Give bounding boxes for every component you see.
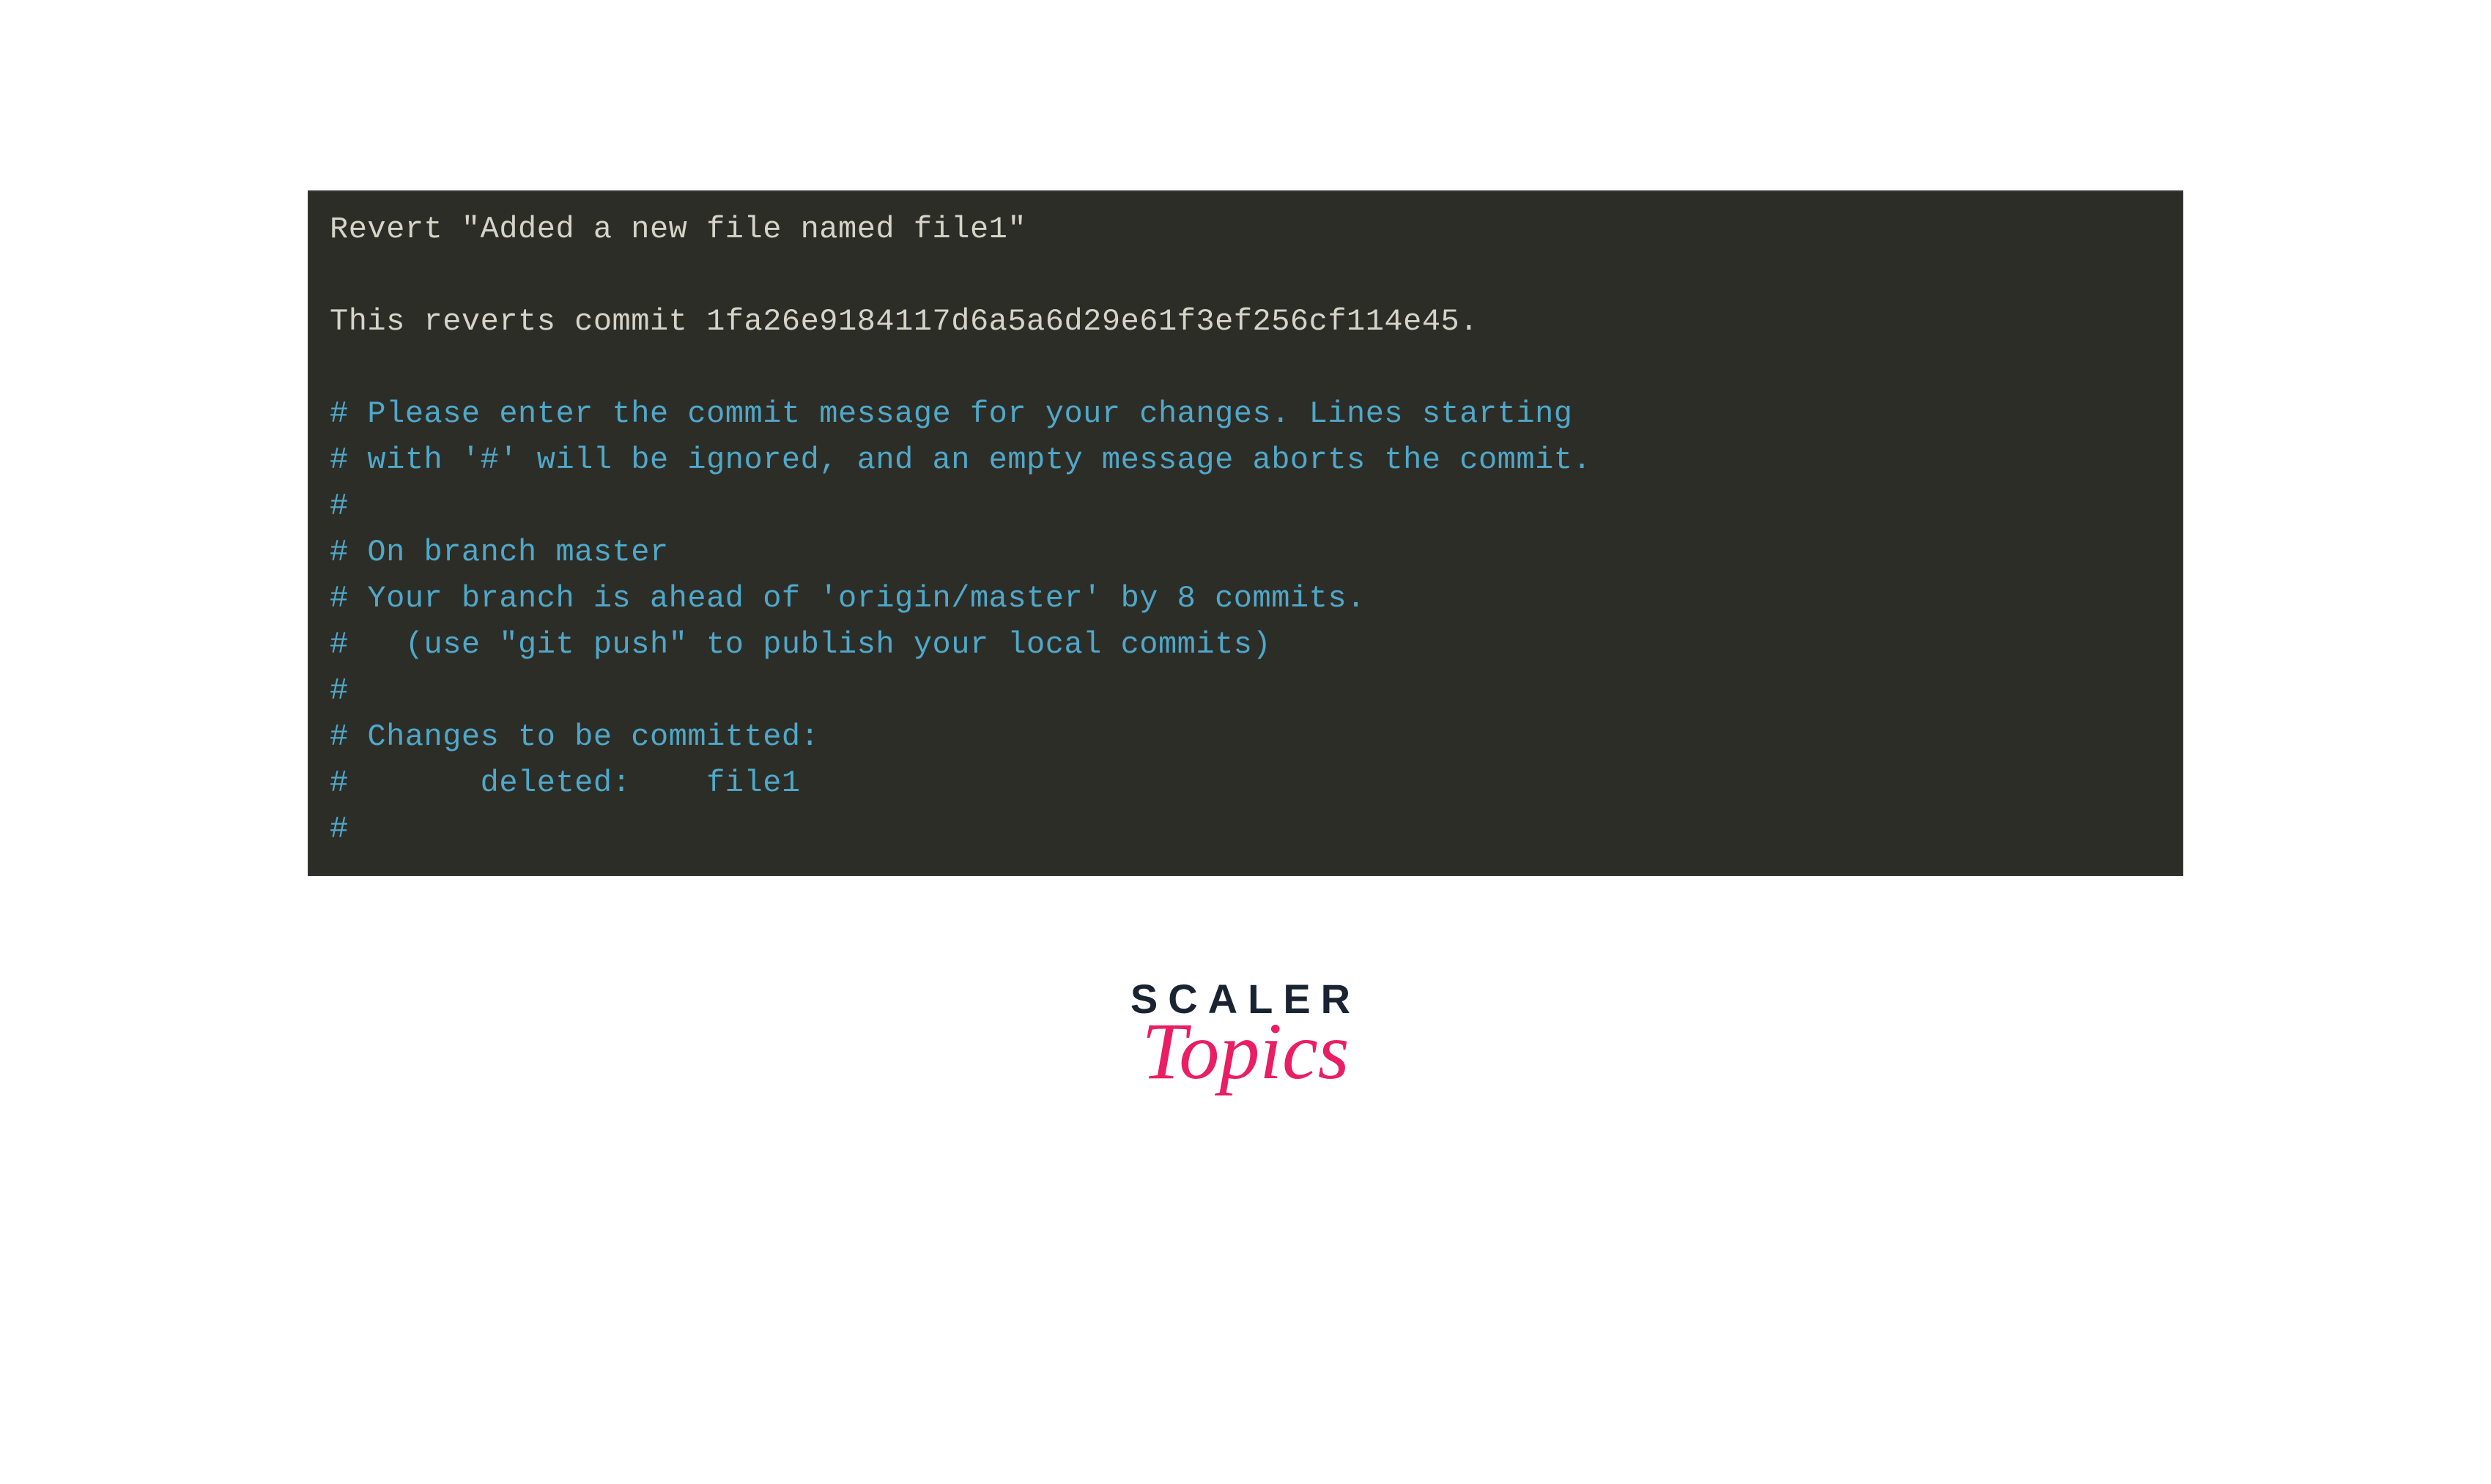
commit-body-line[interactable]: This reverts commit 1fa26e9184117d6a5a6d… [330, 299, 2161, 345]
commit-comment-line: # Please enter the commit message for yo… [330, 391, 2161, 437]
commit-comment-line: # [330, 806, 2161, 853]
commit-comment-line: # Your branch is ahead of 'origin/master… [330, 576, 2161, 622]
blank-line [330, 253, 2161, 299]
commit-comment-line: # [330, 483, 2161, 530]
commit-comment-line: # (use "git push" to publish your local … [330, 622, 2161, 668]
logo-line-topics: Topics [1141, 1011, 1349, 1091]
commit-comment-line: # with '#' will be ignored, and an empty… [330, 437, 2161, 483]
commit-comment-line: # Changes to be committed: [330, 714, 2161, 760]
blank-line [330, 345, 2161, 391]
scaler-topics-logo: SCALER Topics [1130, 979, 1361, 1091]
commit-comment-line: # deleted: file1 [330, 760, 2161, 806]
terminal-window[interactable]: Revert "Added a new file named file1" Th… [308, 190, 2183, 876]
commit-title-line[interactable]: Revert "Added a new file named file1" [330, 207, 2161, 253]
commit-comment-line: # On branch master [330, 530, 2161, 576]
commit-comment-line: # [330, 668, 2161, 714]
